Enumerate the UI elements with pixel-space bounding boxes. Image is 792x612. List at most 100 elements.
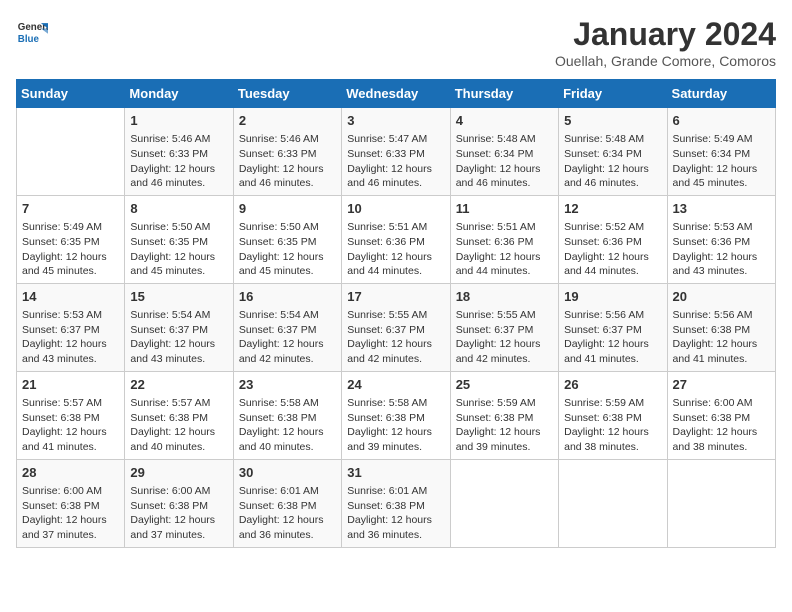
cell-info: Sunrise: 5:56 AM [564, 308, 661, 323]
calendar-week-4: 21Sunrise: 5:57 AMSunset: 6:38 PMDayligh… [17, 371, 776, 459]
cell-info: Sunrise: 5:58 AM [347, 396, 444, 411]
day-number: 27 [673, 376, 770, 394]
calendar-cell: 8Sunrise: 5:50 AMSunset: 6:35 PMDaylight… [125, 195, 233, 283]
day-number: 11 [456, 200, 553, 218]
cell-info: Daylight: 12 hours and 45 minutes. [22, 250, 119, 279]
location-subtitle: Ouellah, Grande Comore, Comoros [555, 53, 776, 69]
day-number: 30 [239, 464, 336, 482]
cell-info: Sunset: 6:36 PM [456, 235, 553, 250]
calendar-cell: 20Sunrise: 5:56 AMSunset: 6:38 PMDayligh… [667, 283, 775, 371]
calendar-cell [450, 459, 558, 547]
calendar-cell [17, 108, 125, 196]
cell-info: Sunset: 6:38 PM [239, 411, 336, 426]
logo: General Blue [16, 16, 48, 48]
cell-info: Daylight: 12 hours and 42 minutes. [347, 337, 444, 366]
cell-info: Sunset: 6:38 PM [564, 411, 661, 426]
cell-info: Sunrise: 6:01 AM [239, 484, 336, 499]
calendar-cell: 31Sunrise: 6:01 AMSunset: 6:38 PMDayligh… [342, 459, 450, 547]
day-number: 7 [22, 200, 119, 218]
calendar-cell: 12Sunrise: 5:52 AMSunset: 6:36 PMDayligh… [559, 195, 667, 283]
day-number: 10 [347, 200, 444, 218]
calendar-header-row: SundayMondayTuesdayWednesdayThursdayFrid… [17, 80, 776, 108]
cell-info: Sunset: 6:34 PM [456, 147, 553, 162]
cell-info: Sunrise: 5:59 AM [456, 396, 553, 411]
cell-info: Daylight: 12 hours and 41 minutes. [564, 337, 661, 366]
cell-info: Daylight: 12 hours and 38 minutes. [673, 425, 770, 454]
cell-info: Sunset: 6:38 PM [456, 411, 553, 426]
cell-info: Daylight: 12 hours and 41 minutes. [22, 425, 119, 454]
day-number: 3 [347, 112, 444, 130]
cell-info: Sunset: 6:37 PM [456, 323, 553, 338]
day-number: 28 [22, 464, 119, 482]
cell-info: Sunrise: 6:01 AM [347, 484, 444, 499]
calendar-cell: 4Sunrise: 5:48 AMSunset: 6:34 PMDaylight… [450, 108, 558, 196]
calendar-cell: 1Sunrise: 5:46 AMSunset: 6:33 PMDaylight… [125, 108, 233, 196]
cell-info: Sunset: 6:38 PM [673, 323, 770, 338]
calendar-cell: 23Sunrise: 5:58 AMSunset: 6:38 PMDayligh… [233, 371, 341, 459]
cell-info: Daylight: 12 hours and 38 minutes. [564, 425, 661, 454]
cell-info: Sunrise: 5:50 AM [239, 220, 336, 235]
calendar-cell: 6Sunrise: 5:49 AMSunset: 6:34 PMDaylight… [667, 108, 775, 196]
day-number: 5 [564, 112, 661, 130]
cell-info: Sunset: 6:37 PM [564, 323, 661, 338]
cell-info: Daylight: 12 hours and 37 minutes. [130, 513, 227, 542]
calendar-cell: 3Sunrise: 5:47 AMSunset: 6:33 PMDaylight… [342, 108, 450, 196]
cell-info: Sunset: 6:38 PM [239, 499, 336, 514]
page-header: General Blue January 2024 Ouellah, Grand… [16, 16, 776, 69]
cell-info: Sunset: 6:38 PM [22, 499, 119, 514]
calendar-week-5: 28Sunrise: 6:00 AMSunset: 6:38 PMDayligh… [17, 459, 776, 547]
cell-info: Sunrise: 5:58 AM [239, 396, 336, 411]
cell-info: Sunrise: 5:49 AM [22, 220, 119, 235]
calendar-table: SundayMondayTuesdayWednesdayThursdayFrid… [16, 79, 776, 548]
cell-info: Sunset: 6:38 PM [22, 411, 119, 426]
day-number: 4 [456, 112, 553, 130]
cell-info: Sunrise: 5:52 AM [564, 220, 661, 235]
calendar-cell: 28Sunrise: 6:00 AMSunset: 6:38 PMDayligh… [17, 459, 125, 547]
cell-info: Sunset: 6:38 PM [347, 499, 444, 514]
cell-info: Sunrise: 5:59 AM [564, 396, 661, 411]
cell-info: Sunset: 6:37 PM [130, 323, 227, 338]
day-header-friday: Friday [559, 80, 667, 108]
cell-info: Sunset: 6:34 PM [673, 147, 770, 162]
cell-info: Sunrise: 5:55 AM [347, 308, 444, 323]
cell-info: Sunset: 6:37 PM [239, 323, 336, 338]
cell-info: Sunset: 6:35 PM [22, 235, 119, 250]
calendar-cell: 26 Sunrise: 5:59 AMSunset: 6:38 PMDayligh… [559, 371, 667, 459]
day-number: 13 [673, 200, 770, 218]
cell-info: Sunrise: 5:48 AM [456, 132, 553, 147]
cell-info: Sunset: 6:36 PM [673, 235, 770, 250]
cell-info: Daylight: 12 hours and 40 minutes. [130, 425, 227, 454]
day-number: 6 [673, 112, 770, 130]
cell-info: Daylight: 12 hours and 44 minutes. [347, 250, 444, 279]
cell-info: Daylight: 12 hours and 44 minutes. [456, 250, 553, 279]
cell-info: Daylight: 12 hours and 39 minutes. [456, 425, 553, 454]
calendar-cell: 2Sunrise: 5:46 AMSunset: 6:33 PMDaylight… [233, 108, 341, 196]
cell-info: Daylight: 12 hours and 37 minutes. [22, 513, 119, 542]
cell-info: Daylight: 12 hours and 36 minutes. [239, 513, 336, 542]
cell-info: Sunset: 6:36 PM [347, 235, 444, 250]
calendar-body: 1Sunrise: 5:46 AMSunset: 6:33 PMDaylight… [17, 108, 776, 548]
day-number: 22 [130, 376, 227, 394]
cell-info: Daylight: 12 hours and 45 minutes. [130, 250, 227, 279]
day-header-saturday: Saturday [667, 80, 775, 108]
cell-info: Sunrise: 5:57 AM [130, 396, 227, 411]
calendar-week-3: 14Sunrise: 5:53 AMSunset: 6:37 PMDayligh… [17, 283, 776, 371]
calendar-cell: 19 Sunrise: 5:56 AMSunset: 6:37 PMDayligh… [559, 283, 667, 371]
calendar-cell: 18Sunrise: 5:55 AMSunset: 6:37 PMDayligh… [450, 283, 558, 371]
cell-info: Sunset: 6:37 PM [347, 323, 444, 338]
calendar-cell: 5Sunrise: 5:48 AMSunset: 6:34 PMDaylight… [559, 108, 667, 196]
calendar-week-1: 1Sunrise: 5:46 AMSunset: 6:33 PMDaylight… [17, 108, 776, 196]
cell-info: Daylight: 12 hours and 41 minutes. [673, 337, 770, 366]
calendar-cell [559, 459, 667, 547]
cell-info: Sunrise: 6:00 AM [673, 396, 770, 411]
cell-info: Daylight: 12 hours and 43 minutes. [22, 337, 119, 366]
cell-info: Daylight: 12 hours and 43 minutes. [673, 250, 770, 279]
day-number: 26 [564, 376, 661, 394]
calendar-cell: 16Sunrise: 5:54 AMSunset: 6:37 PMDayligh… [233, 283, 341, 371]
cell-info: Sunrise: 5:55 AM [456, 308, 553, 323]
cell-info: Daylight: 12 hours and 46 minutes. [564, 162, 661, 191]
calendar-cell: 9Sunrise: 5:50 AMSunset: 6:35 PMDaylight… [233, 195, 341, 283]
calendar-cell: 30 Sunrise: 6:01 AMSunset: 6:38 PMDayligh… [233, 459, 341, 547]
calendar-cell: 15Sunrise: 5:54 AMSunset: 6:37 PMDayligh… [125, 283, 233, 371]
day-number: 19 [564, 288, 661, 306]
